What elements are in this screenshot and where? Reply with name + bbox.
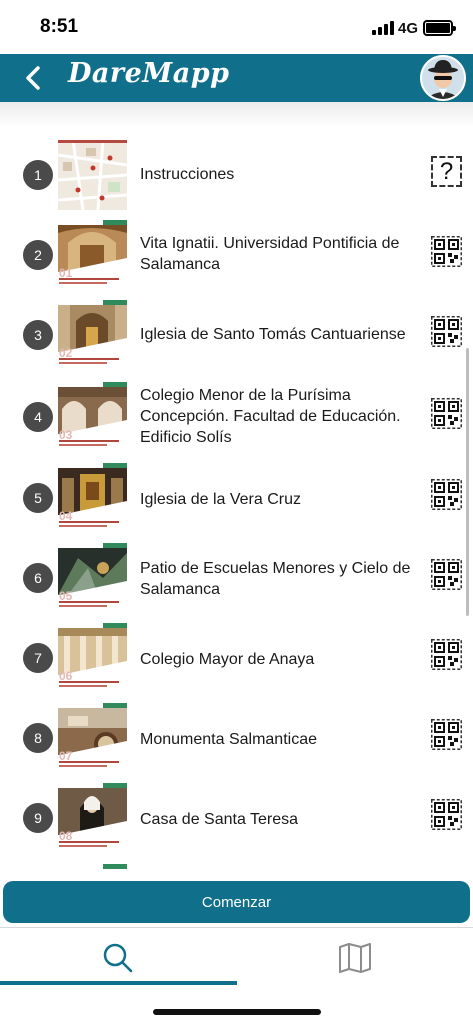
signal-icon <box>372 21 394 35</box>
list-item[interactable]: 3 02 Iglesia de Santo Tomás Cantuariense <box>0 294 473 374</box>
item-title: Instrucciones <box>140 165 235 183</box>
status-time: 8:51 <box>40 16 79 37</box>
qr-code-icon[interactable] <box>431 719 462 750</box>
item-number-badge: 3 <box>23 320 53 350</box>
help-icon[interactable]: ? <box>431 156 462 187</box>
item-thumbnail: 07 <box>58 703 127 773</box>
item-number-badge: 1 <box>23 160 53 190</box>
item-thumbnail: 05 <box>58 543 127 613</box>
start-button[interactable]: Comenzar <box>3 881 470 923</box>
list-item[interactable]: 8 07 Monumenta Salmanticae <box>0 699 473 779</box>
back-button[interactable] <box>18 62 48 94</box>
list-item[interactable]: 9 08 Casa de Santa Teresa <box>0 779 473 859</box>
item-title: Colegio Mayor de Anaya <box>140 650 315 668</box>
list-item[interactable]: 6 05 Patio de Escuelas Menores y Cielo d… <box>0 539 473 619</box>
header-shadow <box>0 102 473 128</box>
item-thumbnail: 02 <box>58 300 127 370</box>
qr-code-icon[interactable] <box>431 398 462 429</box>
status-bar: 8:51 4G <box>0 0 473 54</box>
qr-code-icon[interactable] <box>431 316 462 347</box>
item-title: Iglesia de Santo Tomás Cantuariense <box>140 325 406 343</box>
list-item[interactable]: 1 Instrucciones ? <box>0 134 473 214</box>
item-thumbnail: 03 <box>58 382 127 452</box>
active-tab-indicator <box>0 981 237 985</box>
item-thumbnail-map <box>58 140 127 210</box>
network-label: 4G <box>398 20 419 37</box>
tab-bar <box>0 927 473 1024</box>
home-indicator <box>153 1009 321 1015</box>
item-number-badge: 4 <box>23 402 53 432</box>
avatar[interactable] <box>420 55 466 101</box>
qr-code-icon[interactable] <box>431 559 462 590</box>
list-item[interactable]: 5 04 Iglesia de la Vera Cruz <box>0 459 473 539</box>
qr-code-icon[interactable] <box>431 479 462 510</box>
tab-search[interactable] <box>98 940 138 976</box>
item-thumbnail: 06 <box>58 623 127 693</box>
item-number-badge: 2 <box>23 240 53 270</box>
list-item[interactable]: 7 06 Colegio Mayor de Anaya <box>0 619 473 699</box>
chevron-left-icon <box>26 66 40 90</box>
search-icon <box>103 943 133 973</box>
item-number-badge: 9 <box>23 803 53 833</box>
item-thumbnail-partial <box>58 864 127 878</box>
battery-icon <box>423 20 456 36</box>
qr-code-icon[interactable] <box>431 799 462 830</box>
app-header: DareMapp <box>0 54 473 102</box>
item-thumbnail: 04 <box>58 463 127 533</box>
item-title: Vita Ignatii. Universidad Pontificia de … <box>140 235 400 273</box>
tab-map[interactable] <box>335 940 375 976</box>
item-thumbnail: 08 <box>58 783 127 853</box>
scrollbar[interactable] <box>466 348 469 616</box>
qr-code-icon[interactable] <box>431 236 462 267</box>
stops-list: 1 Instrucciones ? 2 01 Vita Ignatii. Uni… <box>0 134 473 878</box>
item-number-badge: 8 <box>23 723 53 753</box>
map-icon <box>339 943 371 973</box>
item-title: Casa de Santa Teresa <box>140 810 299 828</box>
item-thumbnail: 01 <box>58 220 127 290</box>
item-number-badge: 6 <box>23 563 53 593</box>
spy-avatar-icon <box>422 57 464 99</box>
item-number-badge: 5 <box>23 483 53 513</box>
item-title: Iglesia de la Vera Cruz <box>140 490 301 508</box>
list-item[interactable]: 4 03 Colegio Menor de la Purísima Concep… <box>0 374 473 459</box>
item-number-badge: 7 <box>23 643 53 673</box>
app-logo: DareMapp <box>68 58 230 89</box>
item-title: Patio de Escuelas Menores y Cielo de Sal… <box>140 560 411 598</box>
qr-code-icon[interactable] <box>431 639 462 670</box>
item-title: Colegio Menor de la Purísima Concepción.… <box>140 386 401 446</box>
item-title: Monumenta Salmanticae <box>140 730 317 748</box>
list-item[interactable]: 2 01 Vita Ignatii. Universidad Pontifici… <box>0 214 473 294</box>
